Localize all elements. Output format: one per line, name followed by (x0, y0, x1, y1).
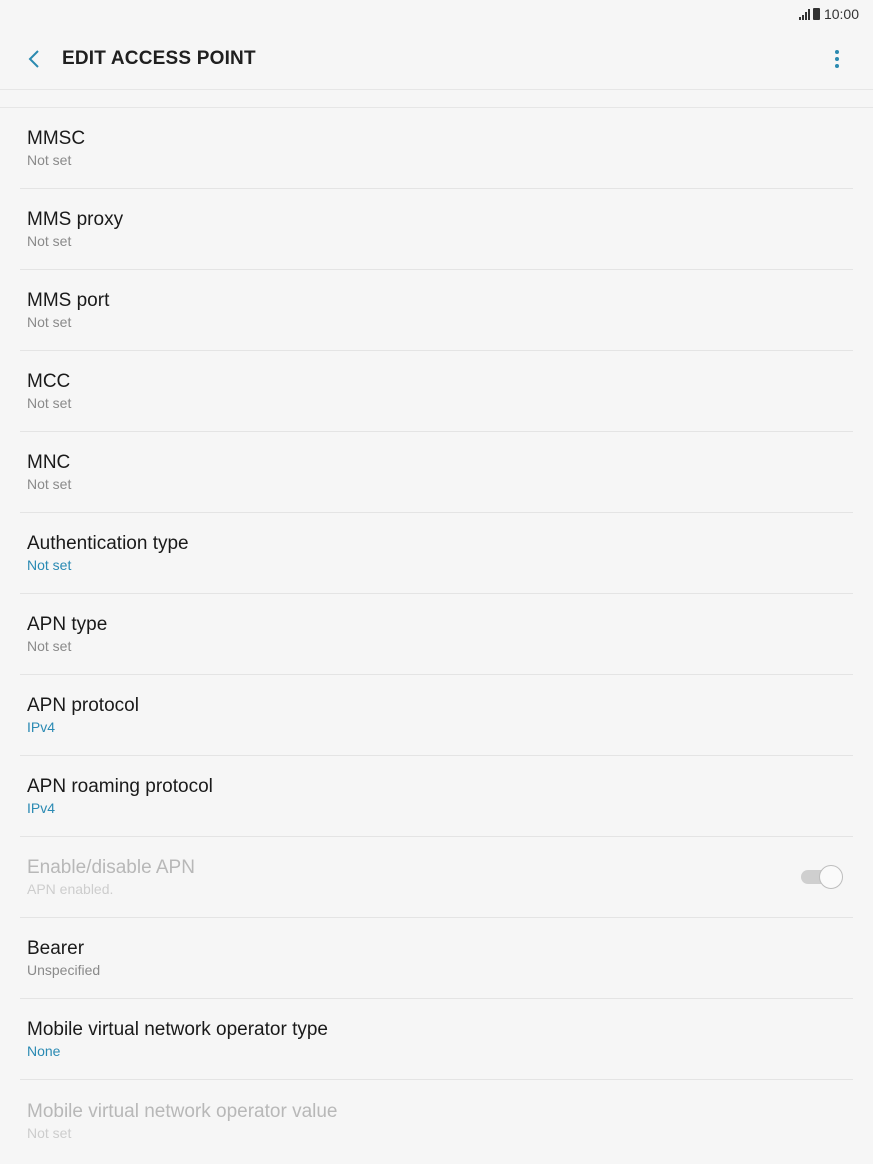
setting-row-mms-proxy[interactable]: MMS proxy Not set (20, 189, 853, 270)
setting-value: APN enabled. (27, 881, 114, 897)
setting-row-apn-type[interactable]: APN type Not set (20, 594, 853, 675)
signal-icon (798, 8, 810, 20)
setting-value: Not set (27, 152, 72, 168)
back-button[interactable] (14, 39, 54, 79)
battery-icon (812, 8, 820, 20)
setting-title: Mobile virtual network operator value (27, 1100, 338, 1122)
setting-row-mnc[interactable]: MNC Not set (20, 432, 853, 513)
setting-value: IPv4 (27, 719, 56, 735)
more-options-icon (835, 50, 839, 54)
setting-value: Not set (27, 233, 72, 249)
setting-title: Mobile virtual network operator type (27, 1019, 328, 1040)
setting-value: Not set (27, 557, 72, 573)
setting-title: Enable/disable APN (27, 857, 195, 878)
setting-texts: MMSC Not set (27, 127, 85, 169)
setting-texts: Authentication type Not set (27, 532, 189, 574)
setting-texts: MMS proxy Not set (27, 208, 123, 250)
setting-row-mmsc[interactable]: MMSC Not set (20, 108, 853, 189)
setting-texts: MCC Not set (27, 370, 71, 412)
setting-texts: MMS port Not set (27, 289, 109, 331)
back-chevron-icon (28, 49, 39, 68)
app-bar: EDIT ACCESS POINT (0, 28, 873, 90)
setting-title: MNC (27, 452, 71, 473)
setting-row-mvno-value: Mobile virtual network operator value Not… (20, 1080, 853, 1161)
setting-title: APN type (27, 614, 108, 635)
setting-row-mvno-type[interactable]: Mobile virtual network operator type None (20, 999, 853, 1080)
setting-value: Not set (27, 314, 72, 330)
setting-row-apn-roaming-protocol[interactable]: APN roaming protocol IPv4 (20, 756, 853, 837)
setting-value: Unspecified (27, 962, 101, 978)
setting-value: Not set (27, 638, 72, 654)
setting-value: None (27, 1043, 61, 1059)
setting-title: Authentication type (27, 533, 189, 554)
setting-value: Not set (27, 476, 72, 492)
setting-texts: Bearer Unspecified (27, 937, 100, 979)
setting-row-authentication-type[interactable]: Authentication type Not set (20, 513, 853, 594)
toggle-thumb (819, 865, 843, 889)
setting-row-mcc[interactable]: MCC Not set (20, 351, 853, 432)
setting-row-mms-port[interactable]: MMS port Not set (20, 270, 853, 351)
setting-title: APN protocol (27, 695, 139, 716)
setting-title: MMSC (27, 128, 86, 149)
setting-title: MMS port (27, 290, 110, 311)
setting-title: APN roaming protocol (27, 776, 213, 797)
setting-texts: MNC Not set (27, 451, 71, 493)
setting-row-enable-disable-apn: Enable/disable APN APN enabled. (20, 837, 853, 918)
settings-list: MMSC Not set MMS proxy Not set MMS port Not s… (0, 107, 873, 1161)
setting-texts: Mobile virtual network operator value Not… (27, 1100, 338, 1142)
setting-title: MCC (27, 371, 71, 392)
setting-value: Not set (27, 395, 72, 411)
setting-row-bearer[interactable]: Bearer Unspecified (20, 918, 853, 999)
setting-texts: Mobile virtual network operator type None (27, 1018, 328, 1060)
page-title: EDIT ACCESS POINT (62, 47, 256, 69)
status-bar: 10:00 (0, 0, 873, 28)
setting-value: Not set (27, 1124, 72, 1141)
setting-title: MMS proxy (27, 209, 124, 230)
more-options-button[interactable] (825, 39, 849, 79)
setting-texts: APN type Not set (27, 613, 107, 655)
status-time: 10:00 (823, 6, 859, 22)
setting-texts: Enable/disable APN APN enabled. (27, 856, 195, 898)
setting-texts: APN roaming protocol IPv4 (27, 775, 213, 817)
setting-row-apn-protocol[interactable]: APN protocol IPv4 (20, 675, 853, 756)
setting-texts: APN protocol IPv4 (27, 694, 139, 736)
setting-value: IPv4 (27, 800, 56, 816)
setting-title: Bearer (27, 938, 85, 959)
apn-toggle-switch[interactable] (801, 865, 843, 889)
